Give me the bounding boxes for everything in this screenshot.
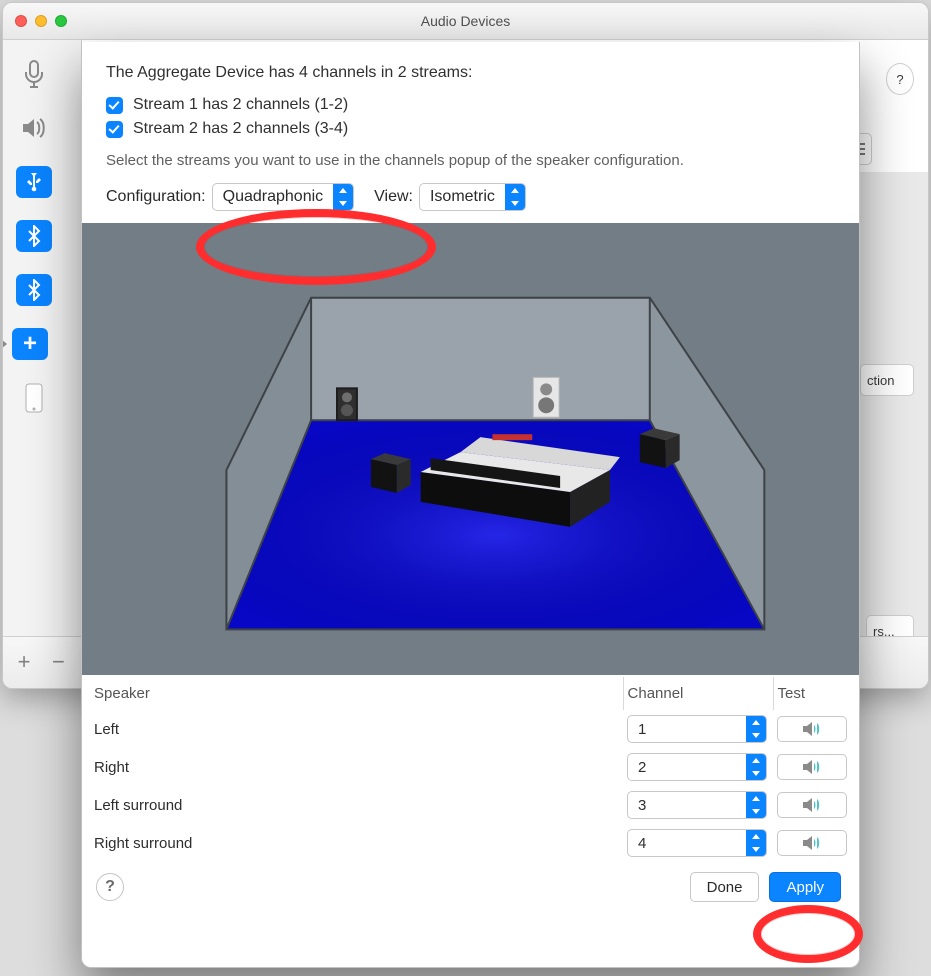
speaker-table: Speaker Channel Test Left 1 [90, 677, 851, 862]
microphone-icon[interactable] [13, 54, 55, 94]
speaker-name: Right surround [90, 824, 623, 862]
stepper-icon [333, 184, 353, 210]
checkbox-icon [106, 121, 123, 138]
hint-text: Select the streams you want to use in th… [106, 152, 835, 169]
help-button[interactable]: ? [886, 63, 914, 95]
speaker-test-icon [802, 721, 822, 737]
window-title: Audio Devices [3, 13, 928, 29]
test-button[interactable] [777, 830, 847, 856]
chevron-right-icon[interactable] [2, 339, 9, 349]
stepper-icon [746, 716, 766, 742]
view-label: View: [374, 188, 413, 206]
aggregate-device-icon[interactable]: + [9, 324, 51, 364]
add-button[interactable]: + [9, 649, 39, 675]
speaker-test-icon [802, 797, 822, 813]
done-button[interactable]: Done [690, 872, 760, 902]
stream-checkbox-2[interactable]: Stream 2 has 2 channels (3-4) [106, 120, 835, 138]
bluetooth-device-icon[interactable] [13, 216, 55, 256]
speaker-test-icon [802, 835, 822, 851]
stepper-icon [746, 830, 766, 856]
channel-select[interactable]: 2 [627, 753, 767, 781]
speaker-name: Left [90, 710, 623, 748]
channel-select[interactable]: 3 [627, 791, 767, 819]
table-row: Right 2 [90, 748, 851, 786]
speaker-test-icon [802, 759, 822, 775]
col-test: Test [773, 677, 851, 710]
apply-button[interactable]: Apply [769, 872, 841, 902]
device-sidebar: + [3, 40, 81, 636]
stepper-icon [505, 184, 525, 210]
view-select[interactable]: Isometric [419, 183, 526, 211]
iphone-icon[interactable] [13, 378, 55, 418]
view-value: Isometric [420, 188, 505, 206]
test-button[interactable] [777, 792, 847, 818]
sheet-footer: ? Done Apply [82, 862, 859, 918]
usb-device-icon[interactable] [13, 162, 55, 202]
speaker-icon[interactable] [13, 108, 55, 148]
speaker-configuration-sheet: The Aggregate Device has 4 channels in 2… [81, 42, 860, 968]
col-speaker: Speaker [90, 677, 623, 710]
test-button[interactable] [777, 754, 847, 780]
configuration-select[interactable]: Quadraphonic [212, 183, 355, 211]
stepper-icon [746, 754, 766, 780]
stream-label: Stream 2 has 2 channels (3-4) [133, 120, 348, 138]
remove-button[interactable]: − [43, 649, 73, 675]
col-channel: Channel [623, 677, 773, 710]
table-row: Right surround 4 [90, 824, 851, 862]
stepper-icon [746, 792, 766, 818]
table-row: Left 1 [90, 710, 851, 748]
configuration-value: Quadraphonic [213, 188, 334, 206]
test-button[interactable] [777, 716, 847, 742]
stream-label: Stream 1 has 2 channels (1-2) [133, 96, 348, 114]
table-row: Left surround 3 [90, 786, 851, 824]
stream-checkbox-1[interactable]: Stream 1 has 2 channels (1-2) [106, 96, 835, 114]
speaker-name: Right [90, 748, 623, 786]
sheet-heading: The Aggregate Device has 4 channels in 2… [106, 64, 835, 82]
speaker-name: Left surround [90, 786, 623, 824]
channel-select[interactable]: 4 [627, 829, 767, 857]
room-visualisation[interactable] [82, 223, 859, 675]
configuration-label: Configuration: [106, 188, 206, 206]
help-button[interactable]: ? [96, 873, 124, 901]
channel-select[interactable]: 1 [627, 715, 767, 743]
bluetooth-device-icon[interactable] [13, 270, 55, 310]
checkbox-icon [106, 97, 123, 114]
truncated-action-button[interactable]: ction [860, 364, 914, 396]
titlebar: Audio Devices [3, 3, 928, 40]
